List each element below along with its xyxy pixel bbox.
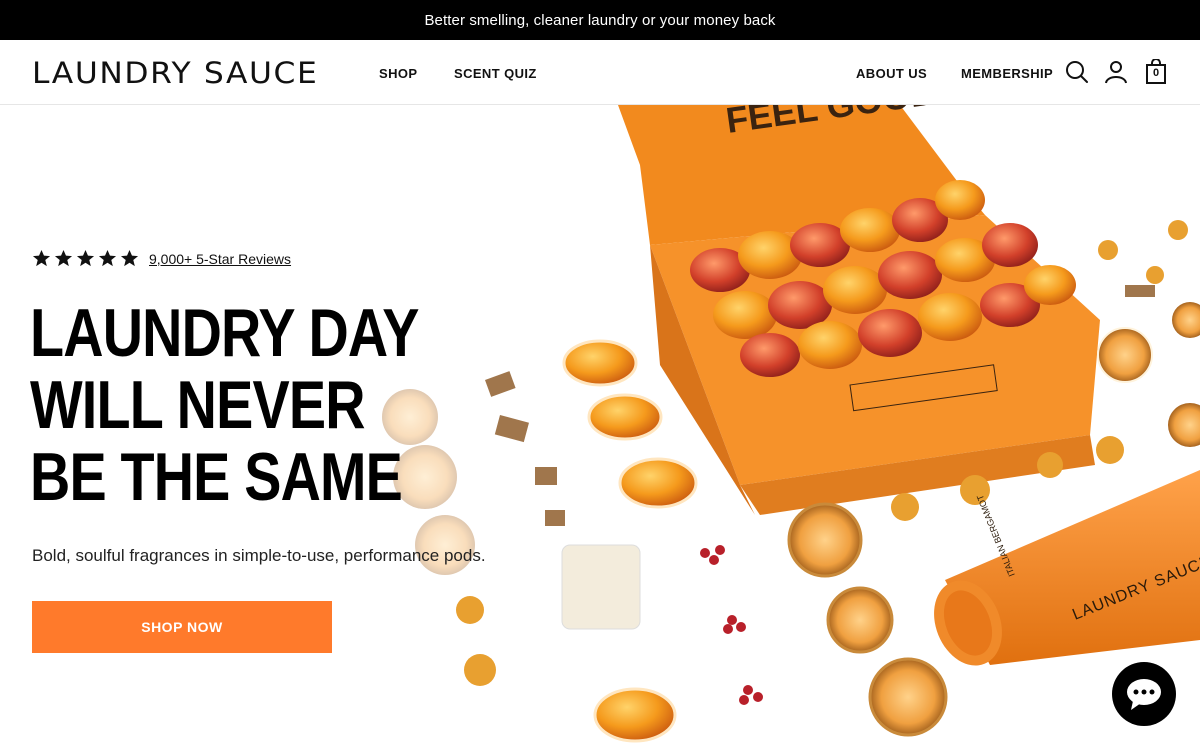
search-icon[interactable] [1064, 59, 1090, 85]
logo[interactable]: LAUNDRY SAUCE [32, 56, 318, 90]
product-tube: LAUNDRY SAUCE ITALIAN BERGAMOT [934, 470, 1200, 666]
cart-icon[interactable]: 0 [1143, 58, 1169, 85]
headline-line-1: LAUNDRY DAY [30, 295, 419, 371]
chat-icon[interactable] [1112, 662, 1176, 726]
shop-now-button[interactable]: SHOP NOW [32, 601, 332, 653]
reviews-row: 9,000+ 5-Star Reviews [32, 249, 291, 268]
nav-shop[interactable]: SHOP [379, 66, 417, 81]
star-icon [98, 249, 117, 267]
white-crystals [561, 544, 641, 630]
announcement-bar: Better smelling, cleaner laundry or your… [0, 0, 1200, 40]
headline-line-2: WILL NEVER [30, 367, 365, 443]
announcement-text: Better smelling, cleaner laundry or your… [424, 11, 776, 29]
headline-line-3: BE THE SAME [30, 439, 403, 515]
star-icon [32, 249, 51, 267]
cart-count: 0 [1152, 67, 1160, 79]
nav-membership[interactable]: MEMBERSHIP [961, 66, 1053, 81]
hero-section: FEEL GOOD LAUNDRY SAUCE ITALIAN BERGAMOT… [0, 105, 1200, 750]
star-rating [32, 249, 139, 268]
reviews-link[interactable]: 9,000+ 5-Star Reviews [149, 251, 291, 267]
loose-pods [562, 339, 698, 743]
account-icon[interactable] [1103, 59, 1129, 85]
nav-scent-quiz[interactable]: SCENT QUIZ [454, 66, 537, 81]
star-icon [120, 249, 139, 267]
site-header: LAUNDRY SAUCE SHOP SCENT QUIZ ABOUT US M… [0, 40, 1200, 105]
star-icon [54, 249, 73, 267]
pink-peppercorns [700, 545, 763, 705]
hero-subtext: Bold, soulful fragrances in simple-to-us… [32, 546, 486, 565]
hero-headline: LAUNDRY DAY WILL NEVER BE THE SAME [30, 297, 419, 513]
nav-about-us[interactable]: ABOUT US [856, 66, 927, 81]
star-icon [76, 249, 95, 267]
